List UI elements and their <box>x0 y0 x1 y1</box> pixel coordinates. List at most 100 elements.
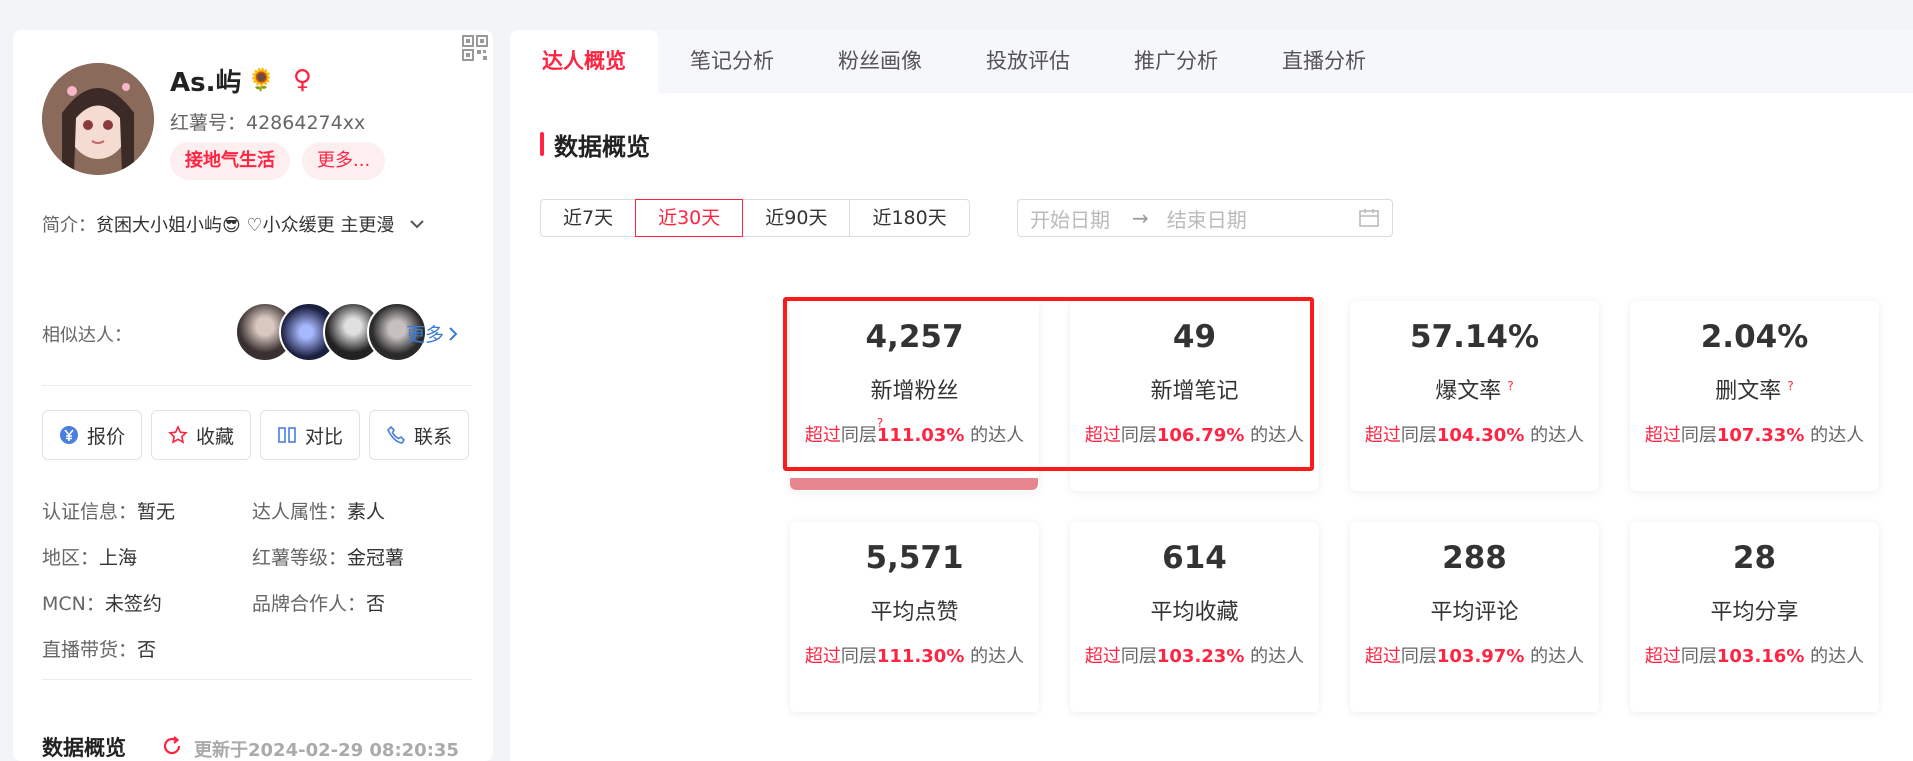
divider <box>42 385 472 386</box>
metric-label: 爆文率 <box>1435 379 1502 404</box>
metric-value: 28 <box>1732 540 1777 576</box>
metric-card[interactable]: 614 平均收藏 超过同层103.23% 的达人 <box>1070 522 1319 712</box>
quote-label: 报价 <box>86 425 125 448</box>
tab-live[interactable]: 直播分析 <box>1250 30 1398 93</box>
peer-text: 同层 <box>1680 646 1717 667</box>
date-range-picker[interactable]: 开始日期 → 结束日期 <box>1017 199 1393 237</box>
intro-text: 贫困大小姐小屿😎 ♡小众缓更 主更漫 <box>96 215 395 236</box>
metric-percent: 104.30% <box>1436 425 1525 446</box>
region-info: 地区：上海 <box>42 543 137 570</box>
help-icon[interactable]: ? <box>1507 379 1513 393</box>
metric-value: 57.14% <box>1409 319 1540 355</box>
level-info: 红薯等级：金冠薯 <box>252 543 404 570</box>
metric-compare: 超过同层104.30% 的达人 <box>1350 421 1599 447</box>
compare-button[interactable]: 对比 <box>260 410 360 460</box>
period-30d[interactable]: 近30天 <box>635 199 744 237</box>
peer-text: 同层 <box>1400 646 1437 667</box>
intro-label: 简介： <box>42 215 96 236</box>
title-accent-bar <box>540 132 544 156</box>
qr-code-icon[interactable] <box>461 34 489 62</box>
tag-lifestyle[interactable]: 接地气生活 <box>170 142 290 180</box>
metric-percent: 103.97% <box>1436 646 1525 667</box>
tag-more[interactable]: 更多... <box>302 142 386 180</box>
divider <box>42 679 472 680</box>
metric-percent: 103.23% <box>1156 646 1245 667</box>
favorite-button[interactable]: 收藏 <box>151 410 251 460</box>
peer-text: 同层 <box>1120 646 1157 667</box>
arrow-right-icon: → <box>1132 206 1149 230</box>
peer-text: 同层 <box>1680 425 1717 446</box>
period-7d[interactable]: 近7天 <box>540 199 637 237</box>
region-value: 上海 <box>99 547 138 569</box>
contact-button[interactable]: 联系 <box>369 410 469 460</box>
help-icon[interactable]: ? <box>1787 379 1793 393</box>
exceed-text: 超过 <box>804 646 841 667</box>
tab-overview[interactable]: 达人概览 <box>510 30 658 93</box>
tab-ad-eval[interactable]: 投放评估 <box>954 30 1102 93</box>
metric-compare: 超过同层107.33% 的达人 <box>1630 421 1879 447</box>
metric-card[interactable]: 57.14% 爆文率? 超过同层104.30% 的达人 <box>1350 301 1599 491</box>
metric-card[interactable]: 5,571 平均点赞 超过同层111.30% 的达人 <box>790 522 1039 712</box>
peer-text: 同层 <box>1400 425 1437 446</box>
region-label: 地区： <box>42 547 100 569</box>
quote-button[interactable]: 报价 <box>42 410 142 460</box>
suffix-text: 的达人 <box>964 646 1025 667</box>
metric-card[interactable]: 28 平均分享 超过同层103.16% 的达人 <box>1630 522 1879 712</box>
avatar <box>42 63 154 175</box>
metric-compare: 超过同层111.30% 的达人 <box>790 642 1039 668</box>
attr-label: 达人属性： <box>252 501 348 523</box>
metric-label: 平均点赞 <box>870 600 959 625</box>
metric-value: 614 <box>1162 540 1227 576</box>
creator-name: As.屿 <box>170 67 242 98</box>
start-date-input[interactable]: 开始日期 <box>1030 204 1110 233</box>
period-selector: 近7天 近30天 近90天 近180天 <box>540 199 970 237</box>
metric-card[interactable]: 288 平均评论 超过同层103.97% 的达人 <box>1350 522 1599 712</box>
overview-title: 数据概览 <box>42 736 126 760</box>
contact-label: 联系 <box>413 425 452 448</box>
metric-value: 5,571 <box>865 540 964 576</box>
tab-notes[interactable]: 笔记分析 <box>658 30 806 93</box>
red-id: 红薯号：42864274xx <box>170 112 366 134</box>
chevron-down-icon[interactable] <box>408 215 426 233</box>
metric-label: 平均分享 <box>1710 600 1799 625</box>
similar-more-link[interactable]: 更多 <box>406 320 460 347</box>
suffix-text: 的达人 <box>1244 646 1305 667</box>
brand-value: 否 <box>366 593 386 615</box>
chevron-right-icon <box>449 326 458 341</box>
similar-avatars <box>235 302 427 362</box>
metric-label: 删文率 <box>1715 379 1782 404</box>
section-title-text: 数据概览 <box>554 132 650 161</box>
period-180d[interactable]: 近180天 <box>849 199 970 237</box>
name-row: As.屿 🌻 ♀ <box>170 60 312 100</box>
metric-label: 平均评论 <box>1430 600 1519 625</box>
metric-value: 288 <box>1442 540 1507 576</box>
sunflower-icon: 🌻 <box>247 67 275 93</box>
tab-fans[interactable]: 粉丝画像 <box>806 30 954 93</box>
live-label: 直播带货： <box>42 639 138 661</box>
period-90d[interactable]: 近90天 <box>742 199 851 237</box>
refresh-icon[interactable] <box>161 735 183 757</box>
active-card-indicator <box>790 478 1038 490</box>
tab-bar: 达人概览 笔记分析 粉丝画像 投放评估 推广分析 直播分析 <box>510 30 1913 93</box>
attr-info: 达人属性：素人 <box>252 497 385 524</box>
live-info: 直播带货：否 <box>42 635 156 662</box>
tag-list: 接地气生活 更多... <box>170 142 386 180</box>
calendar-icon <box>1359 209 1379 227</box>
exceed-text: 超过 <box>1644 425 1681 446</box>
metric-card[interactable]: 2.04% 删文率? 超过同层107.33% 的达人 <box>1630 301 1879 491</box>
metric-compare: 超过同层103.97% 的达人 <box>1350 642 1599 668</box>
cert-value: 暂无 <box>137 501 176 523</box>
metric-label-row: 爆文率? <box>1350 373 1599 405</box>
exceed-text: 超过 <box>1644 646 1681 667</box>
tab-promotion[interactable]: 推广分析 <box>1102 30 1250 93</box>
phone-icon <box>387 425 406 444</box>
intro: 简介： 贫困大小姐小屿😎 ♡小众缓更 主更漫 <box>42 211 472 237</box>
exceed-text: 超过 <box>1364 646 1401 667</box>
end-date-input[interactable]: 结束日期 <box>1167 204 1247 233</box>
exceed-text: 超过 <box>1084 646 1121 667</box>
suffix-text: 的达人 <box>1524 425 1585 446</box>
metric-label-row: 删文率? <box>1630 373 1879 405</box>
cert-info: 认证信息：暂无 <box>42 497 175 524</box>
compare-icon <box>278 427 296 443</box>
female-icon: ♀ <box>292 65 312 95</box>
